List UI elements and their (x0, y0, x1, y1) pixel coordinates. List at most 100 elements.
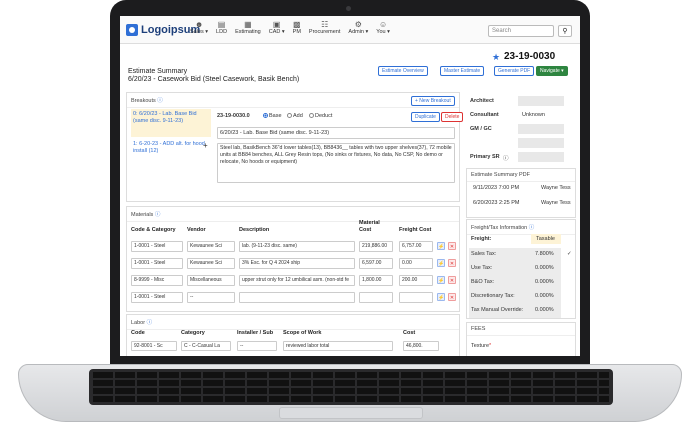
radio-add[interactable]: Add (287, 113, 303, 119)
material-vendor-select[interactable]: Kewaunee Sci (187, 258, 235, 269)
radio-deduct[interactable]: Deduct (309, 113, 332, 119)
search-button[interactable]: ⚲ (558, 25, 572, 37)
labor-code-select[interactable]: 92-8001 - Sc (131, 341, 177, 351)
freight-cost-field[interactable]: 200.00 (399, 275, 433, 286)
material-code-select[interactable]: 1-0001 - Steel (131, 241, 183, 252)
trash-icon[interactable]: ✕ (448, 293, 456, 301)
nav-admin[interactable]: ⚙ Admin ▾ (348, 20, 368, 35)
nav-sales[interactable]: ☻ Sales ▾ (190, 20, 208, 35)
breakout-item-text: 0: 6/20/23 - Lab. Base Bid (same disc. 9… (133, 111, 197, 124)
nav-estimating[interactable]: ▦ Estimating (235, 20, 261, 35)
material-description-field[interactable]: lab. (9-11-23 disc. same) (239, 241, 355, 252)
breakout-name-field[interactable]: 6/20/23 - Lab. Base Bid (same disc. 9-11… (217, 127, 455, 139)
nav-ldd[interactable]: ▤ LDD (216, 20, 227, 35)
nav-cad[interactable]: ▣ CAD ▾ (269, 20, 285, 35)
radio-base-icon (263, 113, 268, 119)
labor-category-select[interactable]: C - C-Casual La (181, 341, 231, 351)
new-breakout-button[interactable]: + New Breakout (411, 96, 455, 106)
flash-icon[interactable]: ⚡ (437, 293, 445, 301)
radio-base[interactable]: Base (263, 113, 282, 119)
material-code-select[interactable]: 8-9999 - Misc (131, 275, 183, 286)
pdf-link-1[interactable]: 6/20/2023 2:25 PM (473, 200, 519, 206)
col-description: Description (239, 227, 270, 233)
key-row (93, 372, 609, 378)
breakout-item-1[interactable]: 1: 6-20-23 - ADD alt. for hood install (… (131, 139, 211, 157)
material-vendor-select[interactable]: Kewaunee Sci (187, 241, 235, 252)
pdf-user-0[interactable]: Wayne Tess (541, 185, 571, 191)
flash-icon[interactable]: ⚡ (437, 276, 445, 284)
breakout-number: 23-19-0030.0 (217, 113, 250, 119)
help-icon[interactable]: ⓘ (157, 98, 163, 104)
freight-cost-field[interactable] (399, 292, 433, 303)
material-cost-field[interactable]: 219,886.00 (359, 241, 393, 252)
material-description-field[interactable]: upper strut only for 12 umbilical asm. (… (239, 275, 355, 286)
labor-cost-field[interactable]: 46,800. (403, 341, 439, 351)
contacts-panel: Architect Consultant Unknown GM / GC Pri… (466, 92, 576, 172)
freight-header: Freight/Tax Information ⓘ (467, 220, 575, 235)
tax-override-label: Tax Manual Override: (471, 307, 524, 313)
primary-sr-value (518, 152, 564, 162)
required-marker: * (489, 343, 492, 349)
estimate-overview-button[interactable]: Estimate Overview (378, 66, 428, 76)
favorite-star-icon[interactable]: ★ (492, 52, 500, 63)
help-icon[interactable]: ⓘ (503, 154, 509, 162)
help-icon[interactable]: ⓘ (155, 212, 161, 218)
nav-pm[interactable]: ▩ PM (293, 20, 301, 35)
freight-cost-field[interactable]: 0.00 (399, 258, 433, 269)
pdf-link-0[interactable]: 9/11/2023 7:00 PM (473, 185, 519, 191)
labor-installer-select[interactable]: -- (237, 341, 277, 351)
generate-pdf-button[interactable]: Generate PDF (494, 66, 535, 76)
trash-icon[interactable]: ✕ (448, 242, 456, 250)
material-cost-field[interactable] (359, 292, 393, 303)
labor-scope-field[interactable]: reviewed labor total (283, 341, 393, 351)
trash-icon[interactable]: ✕ (448, 276, 456, 284)
help-icon[interactable]: ⓘ (147, 320, 153, 326)
consultant-label: Consultant (470, 112, 499, 118)
material-code-select[interactable]: 1-0001 - Steel (131, 292, 183, 303)
consultant-value: Unknown (522, 112, 545, 118)
keyboard (89, 369, 613, 405)
logo-icon (126, 24, 138, 36)
nav-label: Procurement (308, 29, 341, 35)
master-estimate-button[interactable]: Master Estimate (440, 66, 485, 76)
material-cost-field[interactable]: 1,800.00 (359, 275, 393, 286)
material-cost-field[interactable]: 6,597.00 (359, 258, 393, 269)
use-tax-value: 0.000% (535, 265, 554, 271)
duplicate-button[interactable]: Duplicate (411, 112, 440, 122)
estimate-number: 23-19-0030 (504, 51, 556, 62)
gear-icon: ⚙ (354, 20, 362, 29)
bo-tax-label: B&O Tax: (471, 279, 495, 285)
nav-label: You ▾ (376, 29, 390, 35)
material-vendor-select[interactable]: Miscellaneous (187, 275, 235, 286)
architect-value (518, 96, 564, 106)
nav-label: Admin ▾ (348, 29, 369, 35)
gm-gc-value (518, 124, 564, 134)
key-row (93, 388, 609, 394)
discretionary-tax-label: Discretionary Tax: (471, 293, 515, 299)
trash-icon[interactable]: ✕ (448, 259, 456, 267)
add-breakout-icon[interactable]: + (203, 141, 208, 150)
nav-you[interactable]: ☺ You ▾ (376, 20, 390, 35)
breakout-description-field[interactable]: Steel lab, BasikBench 36"d lower tables(… (217, 143, 455, 183)
breakout-item-0[interactable]: 0: 6/20/23 - Lab. Base Bid (same disc. 9… (131, 109, 211, 137)
col-scope: Scope of Work (283, 330, 322, 336)
material-description-field[interactable] (239, 292, 355, 303)
help-icon[interactable]: ⓘ (529, 225, 535, 231)
delete-button[interactable]: Delete (441, 112, 464, 122)
material-code-select[interactable]: 1-0001 - Steel (131, 258, 183, 269)
flash-icon[interactable]: ⚡ (437, 242, 445, 250)
nav-label: PM (292, 29, 301, 35)
radio-add-icon (287, 113, 292, 119)
freight-cost-field[interactable]: 6,757.00 (399, 241, 433, 252)
architect-label: Architect (470, 98, 494, 104)
check-icon: ✓ (567, 251, 572, 257)
col-code-category: Code & Category (131, 227, 176, 233)
flash-icon[interactable]: ⚡ (437, 259, 445, 267)
pdf-user-1[interactable]: Wayne Tess (541, 200, 571, 206)
material-vendor-select[interactable]: -- (187, 292, 235, 303)
material-description-field[interactable]: 3% Esc. for Q 4 2024 ship (239, 258, 355, 269)
nav-procurement[interactable]: ☷ Procurement (309, 20, 341, 35)
navigate-button[interactable]: Navigate ▾ (536, 66, 568, 76)
col-vendor: Vendor (187, 227, 206, 233)
search-input[interactable]: Search (488, 25, 554, 37)
